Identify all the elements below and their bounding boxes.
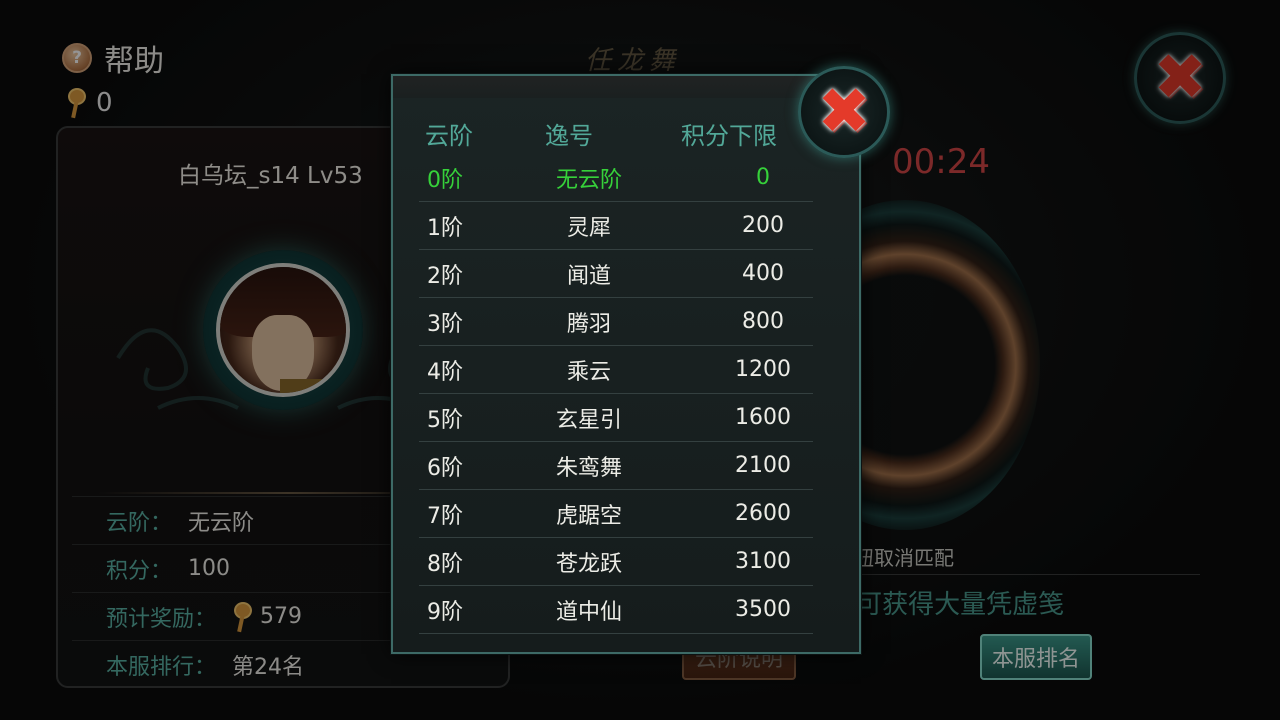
title-cell: 灵犀 bbox=[566, 215, 611, 241]
title-cell: 无云阶 bbox=[555, 167, 622, 193]
tier-table-modal: 云阶 逸号 积分下限 0阶 无云阶 0 1阶 灵犀 200 2阶 闻道 400 … bbox=[391, 74, 861, 654]
tier-cell: 8阶 bbox=[427, 551, 463, 577]
title-cell: 朱鸾舞 bbox=[555, 455, 622, 481]
min-score-cell: 1200 bbox=[735, 357, 791, 382]
title-cell: 玄星引 bbox=[555, 407, 622, 433]
min-score-cell: 200 bbox=[742, 213, 784, 238]
table-row: 1阶 灵犀 200 bbox=[419, 202, 813, 250]
modal-header bbox=[393, 76, 859, 98]
table-row: 5阶 玄星引 1600 bbox=[419, 394, 813, 442]
tier-cell: 7阶 bbox=[427, 503, 463, 529]
table-row: 7阶 虎踞空 2600 bbox=[419, 490, 813, 538]
min-score-cell: 3100 bbox=[735, 549, 791, 574]
column-header-title: 逸号 bbox=[545, 122, 593, 150]
min-score-cell: 0 bbox=[756, 165, 770, 190]
tier-cell: 5阶 bbox=[427, 407, 463, 433]
tier-cell: 4阶 bbox=[427, 359, 463, 385]
table-row: 3阶 腾羽 800 bbox=[419, 298, 813, 346]
title-cell: 乘云 bbox=[566, 359, 611, 385]
table-row: 6阶 朱鸾舞 2100 bbox=[419, 442, 813, 490]
title-cell: 苍龙跃 bbox=[555, 551, 622, 577]
close-modal-button[interactable]: ✖ bbox=[798, 66, 890, 158]
tier-cell: 1阶 bbox=[427, 215, 463, 241]
min-score-cell: 800 bbox=[742, 309, 784, 334]
table-row: 8阶 苍龙跃 3100 bbox=[419, 538, 813, 586]
table-row: 4阶 乘云 1200 bbox=[419, 346, 813, 394]
tier-cell: 9阶 bbox=[427, 599, 463, 625]
min-score-cell: 3500 bbox=[735, 597, 791, 622]
title-cell: 道中仙 bbox=[555, 599, 622, 625]
table-row: 2阶 闻道 400 bbox=[419, 250, 813, 298]
min-score-cell: 1600 bbox=[735, 405, 791, 430]
min-score-cell: 2100 bbox=[735, 453, 791, 478]
min-score-cell: 2600 bbox=[735, 501, 791, 526]
title-cell: 腾羽 bbox=[566, 311, 611, 337]
table-row: 0阶 无云阶 0 bbox=[419, 154, 813, 202]
min-score-cell: 400 bbox=[742, 261, 784, 286]
tier-cell: 2阶 bbox=[427, 263, 463, 289]
tier-cell: 6阶 bbox=[427, 455, 463, 481]
table-row: 9阶 道中仙 3500 bbox=[419, 586, 813, 634]
tier-cell: 0阶 bbox=[427, 167, 463, 193]
close-icon: ✖ bbox=[817, 75, 871, 149]
title-cell: 虎踞空 bbox=[555, 503, 622, 529]
title-cell: 闻道 bbox=[566, 263, 611, 289]
tier-cell: 3阶 bbox=[427, 311, 463, 337]
column-header-min-score: 积分下限 bbox=[681, 122, 777, 150]
